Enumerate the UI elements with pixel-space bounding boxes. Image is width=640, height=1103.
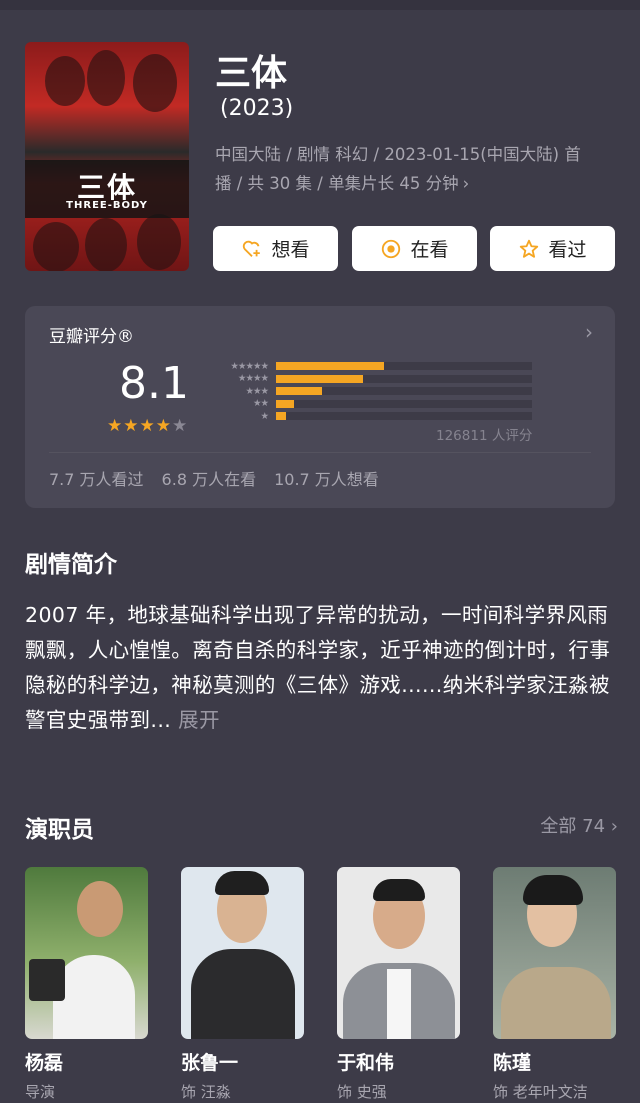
watching-stat: 6.8 万人在看 <box>161 470 257 489</box>
rating-stars: ★★★★★ <box>107 416 188 436</box>
chevron-right-icon[interactable]: › <box>585 320 593 344</box>
want-label: 想看 <box>271 239 310 261</box>
cast-name: 于和伟 <box>337 1052 395 1074</box>
rating-distribution-row: ★★★ <box>210 385 532 397</box>
star-outline-icon <box>518 238 540 260</box>
watching-button[interactable]: 在看 <box>352 226 477 271</box>
watching-label: 在看 <box>410 239 449 261</box>
cast-role: 饰 史强 <box>337 1083 387 1101</box>
rating-distribution-stars: ★★★★ <box>237 373 269 385</box>
rating-distribution-row: ★★ <box>210 398 532 410</box>
synopsis-body: 2007 年，地球基础科学出现了异常的扰动，一时间科学界风雨飘飘，人心惶惶。离奇… <box>25 603 611 732</box>
cast-role: 饰 汪淼 <box>181 1083 231 1101</box>
divider <box>49 452 591 453</box>
cast-card[interactable]: 于和伟 饰 史强 <box>337 867 460 1102</box>
rating-distribution-track <box>276 399 532 408</box>
rating-distribution-bar <box>276 362 384 370</box>
poster-image[interactable]: 三体 THREE-BODY <box>25 42 189 271</box>
cast-role: 饰 老年叶文洁 <box>493 1083 588 1101</box>
cast-photo <box>493 867 616 1039</box>
rating-distribution-bar <box>276 399 294 408</box>
rating-distribution-track <box>276 362 532 370</box>
rating-distribution-bar <box>276 387 322 396</box>
rating-count: 126811 人评分 <box>436 428 533 444</box>
rating-distribution-bar <box>276 374 363 383</box>
poster-subtitle: THREE-BODY <box>66 200 148 211</box>
chevron-right-icon: › <box>462 174 470 193</box>
rating-distribution-track <box>276 412 532 421</box>
rating-distribution-track <box>276 387 532 396</box>
rating-distribution-stars: ★★ <box>252 398 269 410</box>
cast-card[interactable]: 陈瑾 饰 老年叶文洁 <box>493 867 616 1102</box>
rating-distribution-stars: ★★★ <box>245 385 269 397</box>
cast-name: 张鲁一 <box>181 1052 239 1074</box>
rating-card[interactable]: 豆瓣评分® › 8.1 ★★★★★ ★★★★★ ★★★★ ★★★ ★★ ★ 126811… <box>25 306 615 508</box>
rating-distribution-row: ★★★★ <box>210 373 532 385</box>
cast-all-link[interactable]: 全部 74 › <box>540 812 618 838</box>
cast-all-label: 全部 74 <box>540 816 606 837</box>
cast-heading: 演职员 <box>25 817 94 843</box>
star-icon: ★ <box>172 416 189 436</box>
watched-label: 看过 <box>548 239 587 261</box>
rating-distribution-stars: ★★★★★ <box>230 360 269 372</box>
watched-button[interactable]: 看过 <box>490 226 615 271</box>
cast-photo <box>181 867 304 1039</box>
rating-label: 豆瓣评分® <box>49 327 134 347</box>
cast-photo <box>337 867 460 1039</box>
rating-score: 8.1 <box>119 358 189 409</box>
heart-plus-icon <box>241 238 263 260</box>
star-icon: ★ <box>107 416 124 436</box>
chevron-right-icon: › <box>610 816 618 837</box>
rating-distribution-row: ★★★★★ <box>210 360 532 372</box>
target-circle-icon <box>380 238 402 260</box>
rating-distribution-stars: ★ <box>260 410 269 422</box>
show-year: (2023) <box>220 96 294 121</box>
cast-name: 杨磊 <box>25 1052 64 1074</box>
rating-distribution-track <box>276 374 532 383</box>
star-icon: ★ <box>139 416 156 436</box>
star-icon: ★ <box>155 416 172 436</box>
cast-name: 陈瑾 <box>493 1052 532 1074</box>
meta-line-1: 中国大陆 / 剧情 科幻 / 2023-01-15(中国大陆) 首 <box>215 145 581 164</box>
synopsis-heading: 剧情简介 <box>25 552 117 578</box>
cast-photo <box>25 867 148 1039</box>
star-icon: ★ <box>123 416 140 436</box>
rating-distribution-row: ★ <box>210 410 532 422</box>
show-meta[interactable]: 中国大陆 / 剧情 科幻 / 2023-01-15(中国大陆) 首 播 / 共 … <box>215 140 615 198</box>
cast-role: 导演 <box>25 1083 56 1101</box>
want-button[interactable]: 想看 <box>213 226 338 271</box>
watch-stats: 7.7 万人看过 6.8 万人在看 10.7 万人想看 <box>49 466 379 490</box>
meta-line-2: 播 / 共 30 集 / 单集片长 45 分钟 <box>215 174 459 193</box>
expand-link[interactable]: 展开 <box>178 708 220 732</box>
rating-distribution-bar <box>276 412 286 421</box>
watched-stat: 7.7 万人看过 <box>49 470 144 489</box>
status-bar-strip <box>0 0 640 10</box>
synopsis-text[interactable]: 2007 年，地球基础科学出现了异常的扰动，一时间科学界风雨飘飘，人心惶惶。离奇… <box>25 598 617 738</box>
cast-card[interactable]: 杨磊 导演 <box>25 867 148 1102</box>
want-stat: 10.7 万人想看 <box>274 470 379 489</box>
cast-card[interactable]: 张鲁一 饰 汪淼 <box>181 867 304 1102</box>
show-title: 三体 <box>215 53 288 94</box>
